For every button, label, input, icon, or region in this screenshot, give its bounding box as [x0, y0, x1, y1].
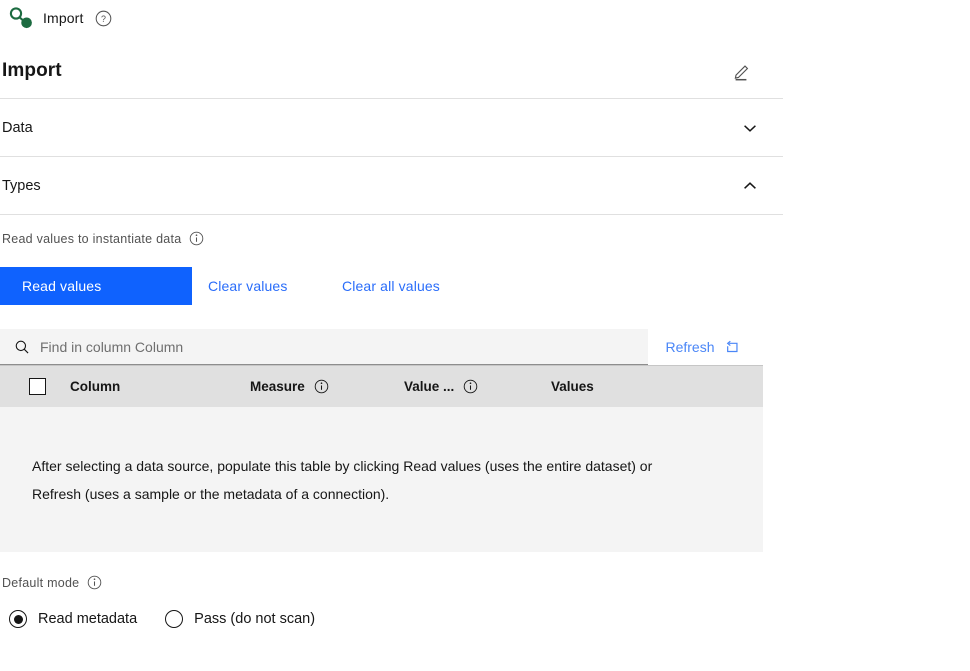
search-input[interactable] — [40, 338, 600, 355]
help-icon[interactable]: ? — [95, 10, 112, 27]
accordion-label-data: Data — [2, 119, 33, 136]
table-header-cell-select — [0, 378, 70, 395]
values-header-label: Values — [551, 379, 594, 394]
table-empty-message: After selecting a data source, populate … — [32, 458, 653, 502]
read-values-label: Read values to instantiate data — [2, 231, 182, 246]
radio-option-read-metadata[interactable]: Read metadata — [9, 610, 137, 628]
page-title: Import — [2, 60, 62, 81]
radio-label-pass: Pass (do not scan) — [194, 611, 316, 627]
search-icon — [15, 340, 29, 353]
chevron-down-icon[interactable] — [741, 119, 759, 137]
value-kind-header-label: Value ... — [404, 379, 455, 394]
column-header-label: Column — [70, 379, 121, 394]
default-mode-label: Default mode — [2, 575, 80, 590]
default-mode-label-row: Default mode — [2, 575, 102, 590]
info-icon[interactable] — [189, 231, 204, 246]
info-icon[interactable] — [87, 575, 102, 590]
page-title-row: Import — [0, 44, 783, 99]
table-toolbar: Refresh — [0, 329, 763, 365]
accordion-label-types: Types — [2, 177, 41, 194]
read-values-label-row: Read values to instantiate data — [2, 231, 204, 246]
read-values-button-row: Read values Clear values Clear all value… — [0, 267, 497, 305]
select-all-checkbox[interactable] — [29, 378, 46, 395]
reset-icon — [726, 340, 738, 353]
edit-pencil-icon[interactable] — [732, 61, 752, 81]
info-icon[interactable] — [463, 379, 478, 394]
clear-values-button[interactable]: Clear values — [192, 267, 337, 305]
clear-all-values-button[interactable]: Clear all values — [337, 267, 497, 305]
accordion-item-types[interactable]: Types — [0, 157, 783, 215]
breadcrumb-label: Import — [43, 10, 84, 26]
table-header-row: Column Measure Value ... Values — [0, 365, 763, 407]
table-empty-state: After selecting a data source, populate … — [0, 407, 763, 552]
table-header-cell-values[interactable]: Values — [551, 379, 751, 394]
table-header-cell-value-kind[interactable]: Value ... — [404, 379, 551, 394]
radio-label-read-metadata: Read metadata — [38, 611, 138, 627]
table-header-cell-column[interactable]: Column — [70, 379, 250, 394]
node-connection-icon — [9, 7, 32, 29]
svg-text:?: ? — [101, 14, 106, 24]
radio-mark-read-metadata[interactable] — [9, 610, 27, 628]
default-mode-radio-group: Read metadata Pass (do not scan) — [0, 610, 315, 628]
chevron-up-icon[interactable] — [741, 177, 759, 195]
measure-header-label: Measure — [250, 379, 305, 394]
info-icon[interactable] — [314, 379, 329, 394]
table-header-cell-measure[interactable]: Measure — [250, 379, 404, 394]
refresh-label: Refresh — [665, 339, 715, 355]
breadcrumb: Import ? — [0, 0, 112, 36]
refresh-button[interactable]: Refresh — [648, 329, 763, 365]
radio-mark-pass[interactable] — [165, 610, 184, 628]
read-values-button[interactable]: Read values — [0, 267, 192, 305]
types-table: Refresh Column Measure Value ... — [0, 329, 763, 552]
search-box[interactable] — [0, 329, 648, 365]
radio-option-pass[interactable]: Pass (do not scan) — [165, 610, 315, 628]
accordion-item-data[interactable]: Data — [0, 99, 783, 157]
